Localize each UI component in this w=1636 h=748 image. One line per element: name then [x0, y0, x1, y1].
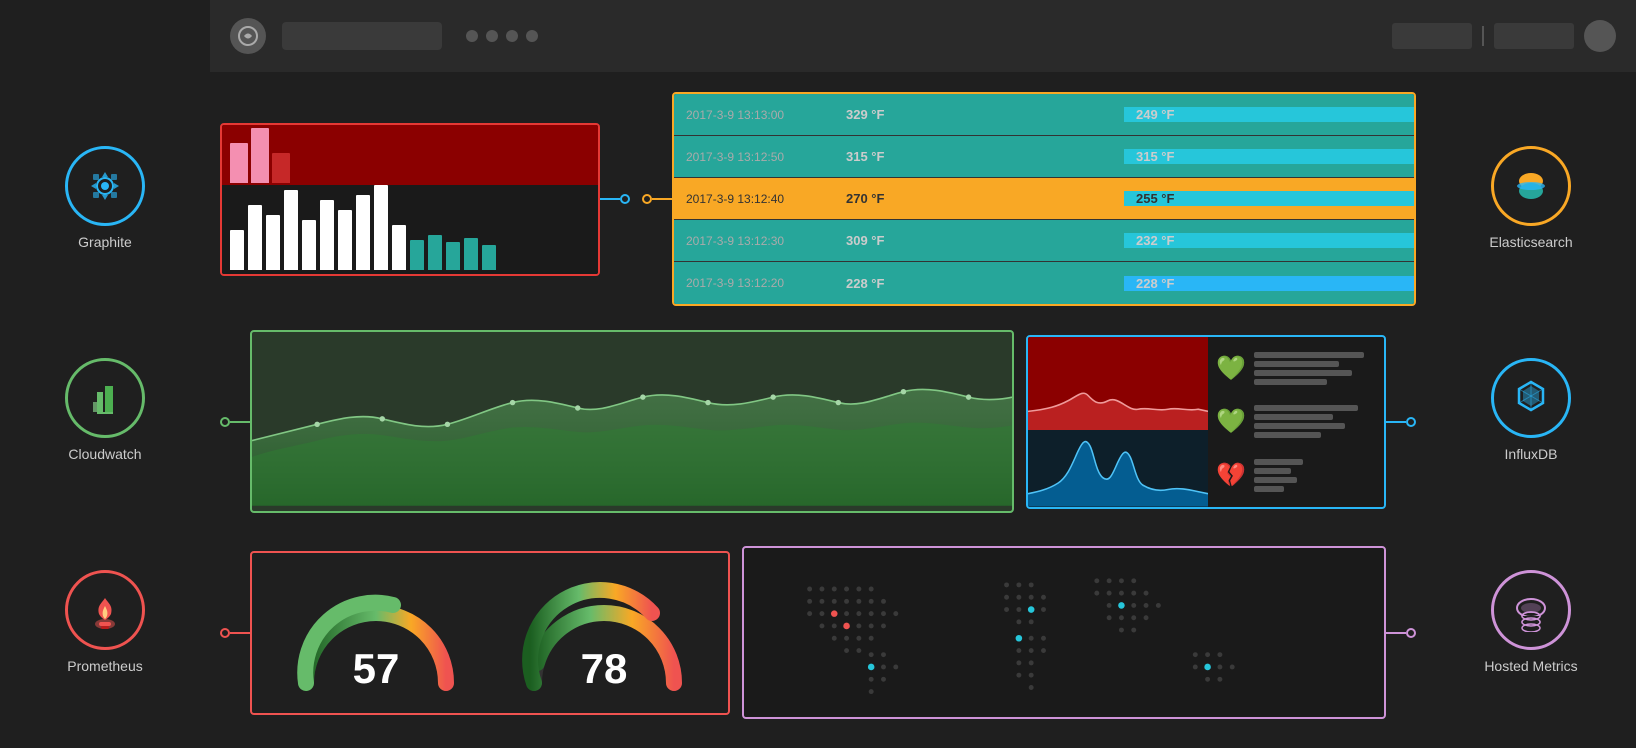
table-cell-time: 2017-3-9 13:13:00 [674, 108, 834, 122]
sidebar-item-elasticsearch[interactable]: Elasticsearch [1489, 146, 1572, 250]
right-sidebar: Elasticsearch InfluxDB [1426, 72, 1636, 748]
health-row-2: 💚 [1216, 405, 1376, 438]
table-cell-val1: 329 °F [834, 107, 1124, 122]
gauge-panel: 57 [250, 551, 730, 715]
sidebar-item-prometheus[interactable]: Prometheus [65, 570, 145, 674]
health-bars-3 [1254, 459, 1376, 492]
grafana-logo [230, 18, 266, 54]
table-cell-time: 2017-3-9 13:12:50 [674, 150, 834, 164]
main-content: Graphite Cloudwatch [0, 72, 1636, 748]
sidebar-item-cloudwatch[interactable]: Cloudwatch [65, 358, 145, 462]
center-content: 2017-3-9 13:13:00 329 °F 249 °F 2017-3-9… [210, 72, 1426, 748]
gauge-2-value: 78 [581, 645, 628, 693]
elasticsearch-label: Elasticsearch [1489, 234, 1572, 250]
heart-icon-2: 💚 [1216, 407, 1246, 436]
sidebar-item-hosted-metrics[interactable]: Hosted Metrics [1484, 570, 1577, 674]
influxdb-icon-circle [1491, 358, 1571, 438]
table-row: 2017-3-9 13:12:30 309 °F 232 °F [674, 220, 1414, 262]
table-cell-val2: 249 °F [1124, 107, 1414, 122]
hosted-metrics-icon-circle [1491, 570, 1571, 650]
nav-dot-1[interactable] [466, 30, 478, 42]
mid-row: 💚 💚 [220, 318, 1416, 526]
top-row: 2017-3-9 13:13:00 329 °F 249 °F 2017-3-9… [220, 92, 1416, 306]
health-bottom-area [1028, 430, 1208, 507]
health-bars-2 [1254, 405, 1376, 438]
prometheus-icon-circle [65, 570, 145, 650]
table-cell-val2: 315 °F [1124, 149, 1414, 164]
connector-gauge-left [220, 628, 250, 638]
bar-chart-panel [220, 123, 600, 276]
bar-chart-top [222, 125, 598, 185]
table-cell-val1: 228 °F [834, 276, 1124, 291]
topbar [210, 0, 1636, 72]
map-svg [744, 548, 1384, 712]
bot-row: 57 [220, 538, 1416, 728]
health-row-1: 💚 [1216, 352, 1376, 385]
graphite-label: Graphite [78, 234, 132, 250]
table-row: 2017-3-9 13:12:20 228 °F 228 °F [674, 262, 1414, 304]
table-panel: 2017-3-9 13:13:00 329 °F 249 °F 2017-3-9… [672, 92, 1416, 306]
gauge-2: 78 [514, 563, 694, 703]
bar-chart-bottom [222, 185, 598, 274]
connector-table-left [642, 194, 672, 204]
nav-dots [466, 30, 538, 42]
connector-health-right [1386, 417, 1416, 427]
cloudwatch-icon-circle [65, 358, 145, 438]
nav-dot-4[interactable] [526, 30, 538, 42]
table-cell-time: 2017-3-9 13:12:40 [674, 192, 834, 206]
sidebar-item-graphite[interactable]: Graphite [65, 146, 145, 250]
table-cell-val1: 309 °F [834, 233, 1124, 248]
gauge-1-value: 57 [353, 645, 400, 693]
heart-icon-1: 💚 [1216, 354, 1246, 383]
table-cell-val1: 315 °F [834, 149, 1124, 164]
table-row: 2017-3-9 13:12:40 270 °F 255 °F [674, 178, 1414, 220]
connector-map-right [1386, 628, 1416, 638]
cloudwatch-label: Cloudwatch [68, 446, 141, 462]
health-bars-1 [1254, 352, 1376, 385]
health-chart-left [1028, 337, 1208, 507]
table-cell-time: 2017-3-9 13:12:30 [674, 234, 834, 248]
user-avatar[interactable] [1584, 20, 1616, 52]
health-row-3: 💔 [1216, 459, 1376, 492]
search-input[interactable] [282, 22, 442, 50]
table-cell-val2: 255 °F [1124, 191, 1414, 206]
gauge-1: 57 [286, 563, 466, 703]
nav-dot-2[interactable] [486, 30, 498, 42]
area-chart-panel [250, 330, 1014, 513]
table-cell-val2: 228 °F [1124, 276, 1414, 291]
prometheus-label: Prometheus [67, 658, 142, 674]
table-cell-val1: 270 °F [834, 191, 1124, 206]
table-row: 2017-3-9 13:13:00 329 °F 249 °F [674, 94, 1414, 136]
table-cell-val2: 232 °F [1124, 233, 1414, 248]
health-top-area [1028, 337, 1208, 431]
map-panel [742, 546, 1386, 719]
sidebar-item-influxdb[interactable]: InfluxDB [1491, 358, 1571, 462]
elasticsearch-icon-circle [1491, 146, 1571, 226]
left-sidebar: Graphite Cloudwatch [0, 72, 210, 748]
nav-dot-3[interactable] [506, 30, 518, 42]
connector-area-left [220, 417, 250, 427]
influxdb-label: InfluxDB [1505, 446, 1558, 462]
area-chart-svg [252, 332, 1012, 506]
table-row: 2017-3-9 13:12:50 315 °F 315 °F [674, 136, 1414, 178]
health-panel: 💚 💚 [1026, 335, 1386, 509]
table-cell-time: 2017-3-9 13:12:20 [674, 276, 834, 290]
graphite-icon-circle [65, 146, 145, 226]
hosted-metrics-label: Hosted Metrics [1484, 658, 1577, 674]
zoom-button[interactable] [1392, 23, 1472, 49]
settings-button[interactable] [1494, 23, 1574, 49]
topbar-right [1392, 20, 1616, 52]
heart-icon-broken: 💔 [1216, 461, 1246, 490]
health-right-panel: 💚 💚 [1208, 337, 1384, 507]
connector-bar-to-table [600, 194, 630, 204]
